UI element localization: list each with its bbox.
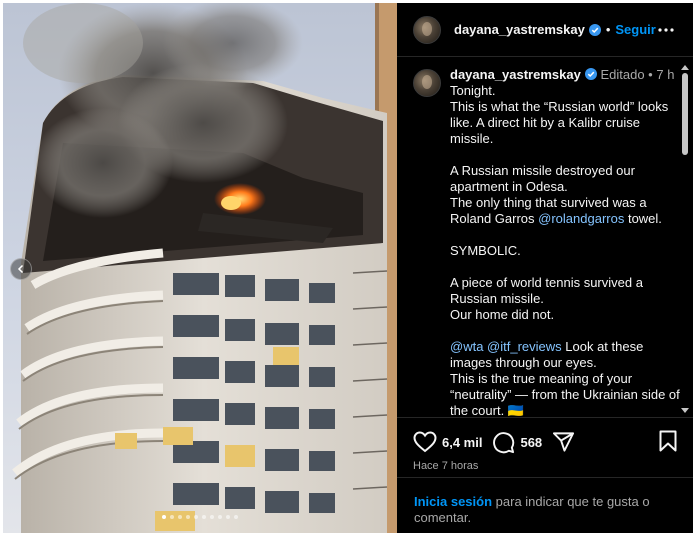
caption-mention-link[interactable]: @wta @itf_reviews xyxy=(450,339,562,354)
caption-body: dayana_yastremskay Editado • 7 h Tonight… xyxy=(450,67,680,416)
header-separator: • xyxy=(605,22,611,37)
caption-line-text: Our home did not. xyxy=(450,307,555,322)
caption-line: The only thing that survived was a Rolan… xyxy=(450,195,680,227)
building-fire-photo xyxy=(3,3,397,533)
caption-line: This is what the “Russian world” looks l… xyxy=(450,99,680,147)
caption-line xyxy=(450,147,680,163)
carousel-dot xyxy=(178,515,182,519)
carousel-prev-button[interactable] xyxy=(10,258,32,280)
caption-line: A piece of world tennis survived a Russi… xyxy=(450,275,680,307)
post-header: dayana_yastremskay • Seguir xyxy=(397,3,693,57)
meta-separator: • xyxy=(648,67,653,82)
carousel-dot xyxy=(202,515,206,519)
caption-meta-line: dayana_yastremskay Editado • 7 h xyxy=(450,67,680,83)
caption-text: Tonight. This is what the “Russian world”… xyxy=(450,83,680,416)
more-options-icon[interactable] xyxy=(657,21,675,39)
caption-username[interactable]: dayana_yastremskay xyxy=(450,67,581,82)
comment-count[interactable]: 568 xyxy=(520,435,542,450)
share-paper-plane-icon xyxy=(553,432,575,452)
caption-line-text: towel. xyxy=(624,211,662,226)
caption-mention-link[interactable]: @rolandgarros xyxy=(538,211,624,226)
caption-line-text: This is what the “Russian world” looks l… xyxy=(450,99,669,146)
caption-line xyxy=(450,259,680,275)
caption-line: Tonight. xyxy=(450,83,680,99)
login-prompt: Inicia sesión para indicar que te gusta … xyxy=(414,494,674,526)
verified-badge-icon xyxy=(584,68,597,80)
comment-bubble-icon xyxy=(493,431,515,453)
caption-line-text: A piece of world tennis survived a Russi… xyxy=(450,275,643,306)
edited-label: Editado xyxy=(600,67,645,82)
comment-button[interactable]: 568 xyxy=(492,431,552,454)
carousel-dot xyxy=(226,515,230,519)
action-bar: 6,4 mil 568 xyxy=(413,430,575,454)
caption-author-avatar[interactable] xyxy=(413,69,441,97)
carousel-dot xyxy=(162,515,166,519)
login-link[interactable]: Inicia sesión xyxy=(414,494,492,509)
like-count[interactable]: 6,4 mil xyxy=(442,435,482,450)
post-age: 7 h xyxy=(656,67,675,82)
caption-line xyxy=(450,323,680,339)
page-frame: dayana_yastremskay • Seguir dayana_yastr… xyxy=(0,0,696,536)
post-side-panel: dayana_yastremskay • Seguir dayana_yastr… xyxy=(397,3,693,533)
carousel-dot xyxy=(170,515,174,519)
verified-badge-icon xyxy=(588,23,601,36)
share-button[interactable] xyxy=(552,431,575,453)
instagram-post-card: dayana_yastremskay • Seguir dayana_yastr… xyxy=(3,3,693,533)
caption-line: A Russian missile destroyed our apartmen… xyxy=(450,163,680,195)
caption-scrollbar[interactable] xyxy=(681,63,689,415)
carousel-dot xyxy=(218,515,222,519)
caption-line-text: A Russian missile destroyed our apartmen… xyxy=(450,163,635,194)
caption-row: dayana_yastremskay Editado • 7 h Tonight… xyxy=(413,67,681,416)
scrollbar-thumb[interactable] xyxy=(682,73,688,155)
caption-line-text: SYMBOLIC. xyxy=(450,243,521,258)
heart-icon xyxy=(413,431,437,453)
caption-line: Our home did not. xyxy=(450,307,680,323)
author-avatar[interactable] xyxy=(413,15,441,44)
caption-line: This is the true meaning of your “neutra… xyxy=(450,371,680,416)
bookmark-icon xyxy=(659,430,677,452)
login-prompt-area: Inicia sesión para indicar que te gusta … xyxy=(397,477,693,533)
scroll-up-arrow-icon[interactable] xyxy=(681,63,689,71)
author-username[interactable]: dayana_yastremskay xyxy=(454,22,585,37)
caption-line xyxy=(450,227,680,243)
save-button[interactable] xyxy=(659,430,677,457)
caption-line-text: This is the true meaning of your “neutra… xyxy=(450,371,680,416)
post-actions-area: 6,4 mil 568 Hace 7 horas xyxy=(397,417,693,477)
carousel-dot xyxy=(194,515,198,519)
caption-line-text: Tonight. xyxy=(450,83,496,98)
caption-line: SYMBOLIC. xyxy=(450,243,680,259)
carousel-dot xyxy=(234,515,238,519)
post-photo[interactable] xyxy=(3,3,397,533)
caption-line: @wta @itf_reviews Look at these images t… xyxy=(450,339,680,371)
carousel-dot xyxy=(210,515,214,519)
caption-scroll-area[interactable]: dayana_yastremskay Editado • 7 h Tonight… xyxy=(397,58,693,416)
scroll-down-arrow-icon[interactable] xyxy=(681,407,689,415)
like-button[interactable]: 6,4 mil xyxy=(413,431,492,453)
chevron-left-icon xyxy=(17,264,24,274)
post-timestamp[interactable]: Hace 7 horas xyxy=(413,460,478,472)
follow-button[interactable]: Seguir xyxy=(615,22,655,37)
carousel-dots xyxy=(3,515,397,519)
carousel-dot xyxy=(186,515,190,519)
